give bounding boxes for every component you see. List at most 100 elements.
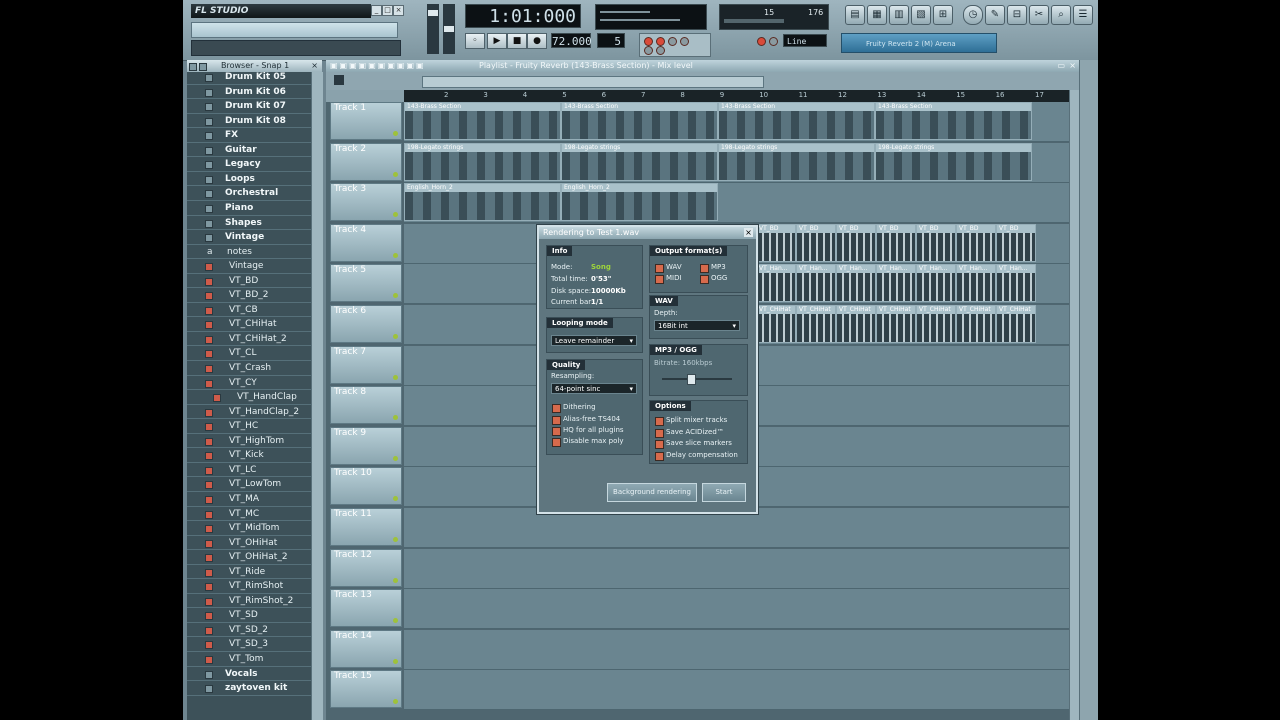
tempo-tapper-icon[interactable]: ◷ — [963, 5, 983, 25]
track-header[interactable]: Track 5 — [330, 264, 402, 303]
delay-compensation-checkbox[interactable] — [655, 452, 664, 461]
pattern-clip[interactable]: VT_CHiHat — [796, 305, 836, 343]
midi-checkbox[interactable] — [655, 275, 664, 284]
pattern-clip[interactable]: VT_CHiHat — [756, 305, 796, 343]
close-icon[interactable]: × — [311, 60, 318, 72]
track-mute-led[interactable] — [393, 334, 398, 339]
pattern-clip[interactable]: 143-Brass Section — [718, 102, 875, 140]
track-mute-led[interactable] — [393, 577, 398, 583]
track-header[interactable]: Track 12 — [330, 548, 402, 587]
pattern-clip[interactable]: 143-Brass Section — [404, 102, 561, 140]
pattern-clip[interactable]: 143-Brass Section — [875, 102, 1032, 140]
pattern-clip[interactable]: VT_BD — [876, 223, 916, 262]
track-header[interactable]: Track 4 — [330, 223, 402, 262]
track-header[interactable]: Track 13 — [330, 589, 402, 628]
track-header[interactable]: Track 10 — [330, 467, 402, 506]
pattern-clip[interactable]: VT_Han... — [796, 264, 836, 303]
track-header[interactable]: Track 11 — [330, 508, 402, 546]
record-icon[interactable]: ● — [527, 33, 547, 49]
pattern-clip[interactable]: VT_Han... — [916, 264, 956, 303]
track-lane[interactable] — [404, 670, 1069, 711]
pattern-clip[interactable]: 198-Legato strings — [718, 142, 875, 181]
track-header[interactable]: Track 2 — [330, 142, 402, 181]
tempo-display[interactable]: 72.000 — [551, 33, 592, 48]
minimize-icon[interactable]: _ — [371, 5, 382, 16]
track-mute-led[interactable] — [393, 699, 398, 705]
track-header[interactable]: Track 15 — [330, 670, 402, 709]
pattern-clip[interactable]: 198-Legato strings — [404, 142, 561, 181]
mp3-checkbox[interactable] — [700, 264, 709, 273]
track-mute-led[interactable] — [393, 171, 398, 177]
looping-dropdown[interactable]: Leave remainder ▾ — [551, 335, 637, 346]
pattern-clip[interactable]: VT_CHiHat — [996, 305, 1036, 343]
track-header[interactable]: Track 6 — [330, 305, 402, 343]
pattern-clip[interactable]: VT_CHiHat — [876, 305, 916, 343]
pattern-clip[interactable]: English_Horn_2 — [561, 183, 718, 222]
pattern-clip[interactable]: VT_Han... — [956, 264, 996, 303]
track-lane[interactable] — [404, 629, 1069, 670]
master-volume-slider[interactable] — [427, 4, 439, 54]
pattern-selector[interactable]: 5 — [597, 33, 625, 48]
track-mute-led[interactable] — [393, 415, 398, 421]
master-pitch-slider[interactable] — [443, 4, 455, 54]
disable-max-poly-checkbox[interactable] — [552, 438, 561, 447]
plugin-wizard-icon[interactable]: ✎ — [985, 5, 1005, 25]
track-mute-led[interactable] — [393, 658, 398, 664]
pattern-clip[interactable]: VT_Han... — [756, 264, 796, 303]
pattern-clip[interactable]: VT_BD — [996, 223, 1036, 262]
pattern-clip[interactable]: VT_CHiHat — [916, 305, 956, 343]
track-lane[interactable] — [404, 508, 1069, 548]
pattern-clip[interactable]: VT_CHiHat — [956, 305, 996, 343]
track-mute-led[interactable] — [393, 293, 398, 299]
main-menu-bar[interactable] — [191, 22, 398, 38]
dithering-checkbox[interactable] — [552, 404, 561, 413]
pattern-clip[interactable]: VT_BD — [836, 223, 876, 262]
step-sequencer-icon[interactable]: ▦ — [867, 5, 887, 25]
track-mute-led[interactable] — [393, 537, 398, 542]
pattern-clip[interactable]: 143-Brass Section — [561, 102, 718, 140]
cut-tool-icon[interactable]: ✂ — [1029, 5, 1049, 25]
timeline-ruler[interactable]: 2 3 4 5 6 7 8 9 10 11 12 13 14 15 16 17 — [404, 90, 1069, 102]
song-time-display[interactable]: 1:01:000 — [465, 4, 581, 28]
pattern-clip[interactable]: VT_BD — [756, 223, 796, 262]
playlist-tool-icons[interactable]: ▣▣▣▣▣▣▣▣▣▣ — [330, 60, 426, 72]
track-header[interactable]: Track 8 — [330, 386, 402, 425]
track-header[interactable]: Track 3 — [330, 183, 402, 222]
browser-window-icon[interactable]: ▧ — [911, 5, 931, 25]
pattern-clip[interactable]: VT_BD — [916, 223, 956, 262]
pattern-song-toggle[interactable]: ◦ — [465, 33, 485, 49]
track-mute-led[interactable] — [393, 496, 398, 502]
track-mute-led[interactable] — [393, 618, 398, 624]
pattern-clip[interactable]: 198-Legato strings — [875, 142, 1032, 181]
mixer-window-icon[interactable]: ⊞ — [933, 5, 953, 25]
save-acidized-checkbox[interactable] — [655, 429, 664, 438]
alias-free-checkbox[interactable] — [552, 416, 561, 425]
track-mute-led[interactable] — [393, 374, 398, 380]
depth-dropdown[interactable]: 16Bit int ▾ — [654, 320, 740, 331]
bitrate-slider[interactable] — [686, 374, 696, 385]
ogg-checkbox[interactable] — [700, 275, 709, 284]
piano-roll-icon[interactable]: ▥ — [889, 5, 909, 25]
track-header[interactable]: Track 14 — [330, 629, 402, 668]
plugin-picker[interactable]: Fruity Reverb 2 (M) Arena — [841, 33, 997, 53]
pattern-clip[interactable]: VT_BD — [796, 223, 836, 262]
pattern-clip[interactable]: VT_CHiHat — [836, 305, 876, 343]
split-mixer-checkbox[interactable] — [655, 417, 664, 426]
track-lane[interactable] — [404, 589, 1069, 630]
track-header[interactable]: Track 9 — [330, 426, 402, 465]
project-info-icon[interactable]: ☰ — [1073, 5, 1093, 25]
maximize-icon[interactable]: □ — [382, 5, 393, 16]
playlist-minimize-icon[interactable]: ▭ — [1057, 60, 1065, 72]
track-lane[interactable] — [404, 548, 1069, 589]
stop-icon[interactable]: ■ — [507, 33, 527, 49]
background-rendering-button[interactable]: Background rendering — [607, 483, 697, 502]
pattern-clip[interactable]: VT_Han... — [836, 264, 876, 303]
save-project-icon[interactable]: ⊟ — [1007, 5, 1027, 25]
save-slice-markers-checkbox[interactable] — [655, 440, 664, 449]
pattern-clip[interactable]: VT_Han... — [996, 264, 1036, 303]
browser-scrollbar[interactable] — [311, 72, 323, 720]
track-mute-led[interactable] — [393, 212, 398, 218]
play-icon[interactable]: ▶ — [487, 33, 507, 49]
playlist-mode-buttons[interactable] — [326, 90, 404, 102]
track-mute-led[interactable] — [393, 455, 398, 461]
